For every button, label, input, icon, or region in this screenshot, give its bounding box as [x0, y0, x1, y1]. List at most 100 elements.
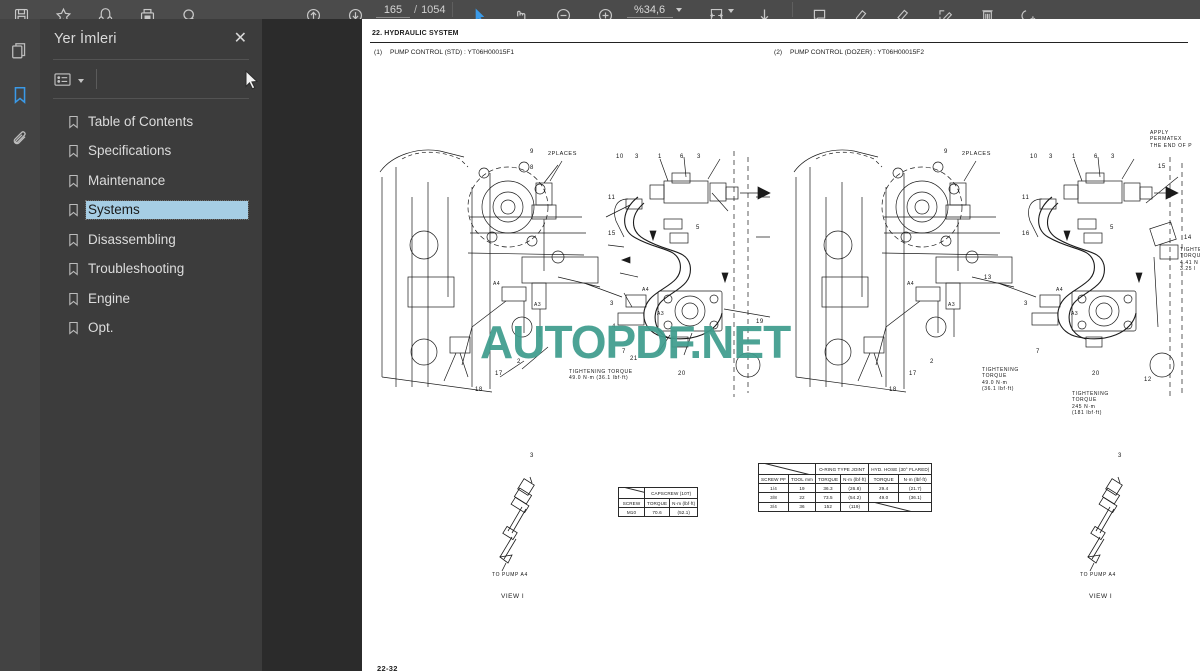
figure-right-label-20: 20: [1092, 371, 1100, 377]
bookmark-item-maintenance[interactable]: Maintenance: [40, 166, 262, 196]
next-page-icon[interactable]: [334, 0, 376, 19]
right-torque-label: TIGHTENING: [1180, 247, 1200, 253]
save-icon[interactable]: [0, 0, 42, 19]
toolbar-annotation-group: [799, 0, 1051, 19]
bookmark-item-table-of-contents[interactable]: Table of Contents: [40, 107, 262, 137]
bookmark-item-systems[interactable]: Systems: [40, 196, 262, 226]
right-torque-value2: 3.25 l: [1180, 265, 1196, 272]
joint-cell-torque-a: 152: [814, 501, 842, 512]
figure-left-label-21: 21: [630, 356, 638, 362]
figure-left-label-15: 15: [608, 231, 616, 237]
figure-right-tightening-torque-b: TIGHTENING TORQUE 49.0 N·m (36.1 lbf·ft): [982, 367, 1019, 392]
list-options-icon[interactable]: [54, 72, 71, 87]
print-icon[interactable]: [126, 0, 168, 19]
page-indicator: / 1054: [376, 0, 446, 19]
figure-right-label-17: 17: [909, 371, 917, 377]
table-row: 3/8 22 73.5 (54.2) 49.0 (36.1): [757, 492, 933, 503]
figure-right-label-7: 7: [1036, 349, 1040, 355]
top-toolbar: / 1054: [0, 0, 1200, 19]
zoom-in-icon[interactable]: [585, 0, 627, 19]
joint-cell-tool: 19: [788, 483, 816, 494]
zoom-level-input[interactable]: [626, 2, 673, 18]
toolbar-divider-2: [791, 2, 793, 17]
edit-signature-icon[interactable]: [925, 0, 967, 19]
joint-cell-lbf-a: (119): [840, 501, 870, 512]
figure-left-label-a3: A3: [534, 302, 542, 308]
view-i-right-label-3: 3: [1118, 453, 1122, 459]
page-thumbnails-icon[interactable]: [0, 29, 40, 73]
previous-page-icon[interactable]: [292, 0, 334, 19]
right-torque-c-label: TIGHTENING: [1072, 391, 1109, 397]
figure-right-label-1: 1: [1072, 154, 1076, 160]
figure-left-label-17: 17: [495, 371, 503, 377]
pan-hand-icon[interactable]: [501, 0, 543, 19]
figure-right-label-2places: 2PLACES: [962, 151, 991, 157]
download-icon[interactable]: [744, 0, 786, 19]
right-torque-b-value2: (36.1 lbf·ft): [982, 385, 1014, 392]
comment-icon[interactable]: [799, 0, 841, 19]
chevron-down-icon[interactable]: [78, 78, 84, 83]
tightening-torque-value: 49.0 N·m (36.1 lbf·ft): [569, 375, 629, 382]
figure-right-label-a4: A4: [907, 281, 915, 287]
highlight-icon[interactable]: [841, 0, 883, 19]
search-icon[interactable]: [168, 0, 210, 19]
delete-icon[interactable]: [967, 0, 1009, 19]
figure-left-label-20: 20: [678, 371, 686, 377]
capscrew-col-units: N·m (lbf·ft): [669, 497, 699, 509]
bookmark-item-label: Table of Contents: [88, 113, 194, 129]
view-label-right: VIEW I: [1089, 593, 1113, 600]
zoom-level-control[interactable]: [626, 0, 682, 19]
star-icon[interactable]: [42, 0, 84, 19]
joint-col-torque-b: TORQUE: [868, 473, 900, 485]
attachments-icon[interactable]: [0, 117, 40, 161]
right-torque-b-label: TIGHTENING: [982, 367, 1019, 373]
page-number-input[interactable]: [376, 2, 410, 18]
capscrew-torque-table: CAPSCREW (10T) SCREW TORQUE N·m (lbf·ft)…: [618, 487, 699, 518]
figure-right-label-a3: A3: [948, 302, 956, 308]
table-row: CAPSCREW (10T): [618, 487, 699, 499]
select-tool-icon[interactable]: [459, 0, 501, 19]
page-total: 1054: [421, 4, 446, 16]
undo-icon[interactable]: [1009, 0, 1051, 19]
figure-left-label-a4: A4: [493, 281, 501, 287]
figure-right-label-16: 16: [1022, 231, 1030, 237]
figure-left-label-2places: 2PLACES: [548, 151, 577, 157]
bookmark-item-disassembling[interactable]: Disassembling: [40, 225, 262, 255]
figure-right-label-6: 6: [1094, 154, 1098, 160]
freehand-draw-icon[interactable]: [883, 0, 925, 19]
figure-view-i-right: [1080, 459, 1150, 589]
bookmarks-icon[interactable]: [0, 73, 49, 117]
page-separator: /: [414, 4, 418, 16]
right-torque-c-value: 245 N·m: [1072, 403, 1096, 410]
figure-left-label-18: 18: [475, 387, 483, 393]
joint-group-hose: HYD. HOSE (30° FLARED): [868, 463, 933, 475]
figure-left-label-7: 7: [622, 349, 626, 355]
bookmark-item-engine[interactable]: Engine: [40, 284, 262, 314]
chevron-down-icon[interactable]: [727, 9, 734, 13]
figure-left-label-3a: 3: [635, 154, 639, 160]
bookmark-item-label: Opt.: [88, 320, 114, 336]
right-torque-b-label2: TORQUE: [982, 373, 1007, 380]
toolbar-tools-group: [459, 0, 682, 19]
bookmark-item-specifications[interactable]: Specifications: [40, 137, 262, 167]
bookmarks-list: Table of Contents Specifications Maintenan…: [40, 99, 262, 343]
bookmark-icon: [68, 115, 86, 129]
zoom-out-icon[interactable]: [543, 0, 585, 19]
close-icon[interactable]: ✕: [231, 29, 250, 49]
bookmark-item-opt[interactable]: Opt.: [40, 314, 262, 344]
chevron-down-icon[interactable]: [675, 8, 682, 12]
share-icon[interactable]: [84, 0, 126, 19]
figure-left-label-1: 1: [658, 154, 662, 160]
panel-toolbar-divider: [96, 69, 97, 89]
figure-left-label-3c: 3: [610, 301, 614, 307]
bookmark-item-troubleshooting[interactable]: Troubleshooting: [40, 255, 262, 285]
document-viewer[interactable]: 22. HYDRAULIC SYSTEM (1) PUMP CONTROL (ST…: [262, 19, 1200, 671]
figure-right-apply-permatex: APPLY PERMATEX THE END OF P: [1150, 130, 1200, 149]
figure-caption-right-text: PUMP CONTROL (DOZER) : YT06H00015F2: [790, 49, 924, 56]
capscrew-cell-screw: M10: [618, 507, 645, 518]
bookmark-item-label: Troubleshooting: [88, 261, 185, 277]
figure-left-tightening-torque: TIGHTENING TORQUE 49.0 N·m (36.1 lbf·ft): [569, 369, 633, 382]
figure-right-label-a3b: A3: [1071, 311, 1079, 317]
joint-group-oring: O-RING TYPE JOINT: [814, 463, 870, 475]
bookmark-item-label: Systems: [85, 200, 249, 221]
